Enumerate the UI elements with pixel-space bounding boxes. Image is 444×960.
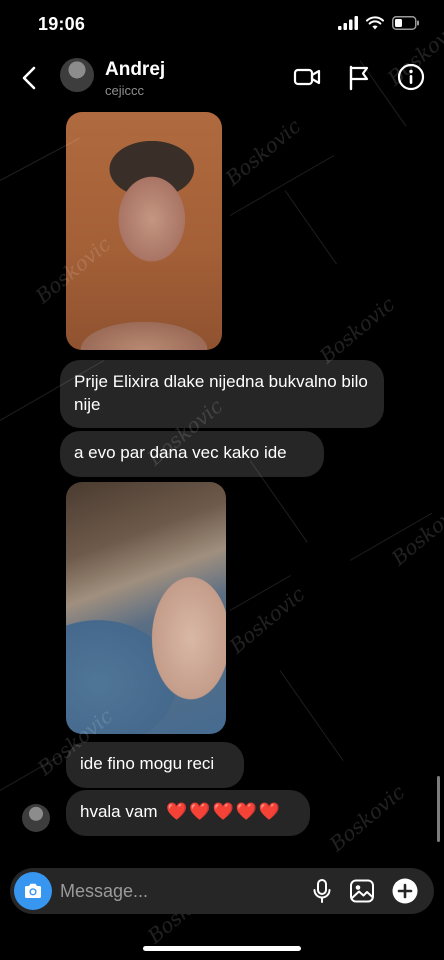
status-bar: 19:06	[0, 0, 444, 48]
message-text: ide fino mogu reci	[80, 754, 215, 773]
signal-icon	[338, 16, 358, 30]
message-bubble: hvala vam ❤️❤️❤️❤️❤️	[66, 790, 310, 836]
video-call-icon[interactable]	[292, 62, 322, 92]
contact-avatar[interactable]	[60, 58, 94, 92]
camera-button[interactable]	[14, 872, 52, 910]
watermark: Boskovic	[386, 493, 444, 571]
status-time: 19:06	[38, 14, 86, 34]
watermark-line	[279, 670, 344, 761]
status-indicators	[338, 16, 420, 30]
watermark-line	[284, 190, 338, 265]
message-composer	[10, 868, 434, 914]
received-photo-1[interactable]	[66, 112, 222, 350]
back-arrow-icon[interactable]	[14, 62, 46, 94]
gallery-icon[interactable]	[348, 877, 376, 905]
chat-header: Andrej cejiccc	[0, 50, 444, 106]
report-flag-icon[interactable]	[344, 62, 374, 92]
contact-username[interactable]: cejiccc	[105, 83, 144, 98]
camera-icon	[25, 883, 41, 898]
home-indicator[interactable]	[143, 946, 301, 951]
message-bubble: ide fino mogu reci	[66, 742, 244, 788]
heart-emoji-group: ❤️❤️❤️❤️❤️	[166, 802, 283, 821]
scrollbar[interactable]	[437, 776, 440, 842]
watermark: Boskovic	[224, 581, 310, 659]
battery-icon	[392, 16, 419, 30]
sender-avatar[interactable]	[22, 804, 50, 832]
microphone-icon[interactable]	[308, 877, 336, 905]
received-photo-2[interactable]	[66, 482, 226, 734]
contact-name[interactable]: Andrej	[105, 59, 165, 81]
add-icon[interactable]	[391, 877, 419, 905]
watermark: Boskovic	[314, 291, 400, 369]
message-bubble: Prije Elixira dlake nijedna bukvalno bil…	[60, 360, 384, 428]
message-input[interactable]	[60, 879, 280, 903]
wifi-icon	[366, 16, 384, 30]
message-text: hvala vam	[80, 802, 158, 821]
watermark: Boskovic	[324, 779, 410, 857]
